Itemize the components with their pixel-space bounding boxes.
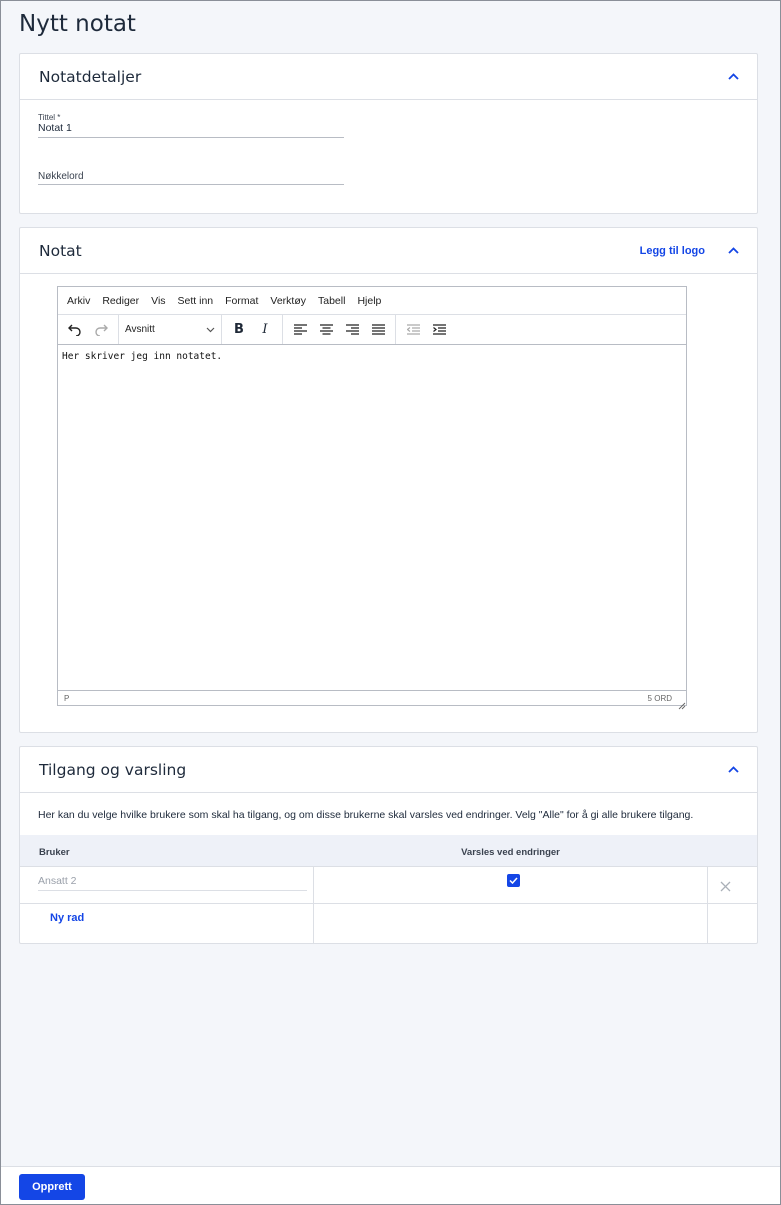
element-path[interactable]: P	[64, 694, 69, 703]
note-card: Notat Legg til logo Arkiv Rediger Vis Se…	[19, 227, 758, 733]
resize-handle-icon[interactable]	[678, 697, 686, 710]
editor-toolbar: Avsnitt B I	[58, 315, 686, 345]
col-header-notify: Varsles ved endringer	[461, 847, 560, 858]
create-button[interactable]: Opprett	[19, 1174, 85, 1200]
details-card: Notatdetaljer Tittel * Notat 1 Nøkkelord	[19, 53, 758, 214]
title-field-label: Tittel *	[38, 113, 61, 122]
menu-hjelp[interactable]: Hjelp	[357, 295, 381, 307]
table-row-new: Ny rad	[20, 904, 757, 944]
checkmark-icon	[509, 877, 518, 884]
notify-checkbox[interactable]	[507, 874, 520, 887]
chevron-up-icon[interactable]	[727, 71, 739, 83]
menu-arkiv[interactable]: Arkiv	[67, 295, 90, 307]
close-icon[interactable]	[720, 879, 731, 897]
note-title: Notat	[39, 241, 82, 260]
access-table-header: Bruker Varsles ved endringer	[20, 835, 757, 867]
keyword-field[interactable]: Nøkkelord	[38, 171, 344, 185]
page-title: Nytt notat	[19, 11, 136, 37]
menu-rediger[interactable]: Rediger	[102, 295, 139, 307]
chevron-down-icon	[206, 327, 215, 332]
align-left-icon[interactable]	[287, 318, 313, 342]
outdent-icon[interactable]	[400, 318, 426, 342]
menu-format[interactable]: Format	[225, 295, 258, 307]
word-count: 5 ORD	[647, 693, 672, 703]
editor-statusbar: P 5 ORD	[58, 691, 686, 705]
note-header: Notat Legg til logo	[20, 228, 757, 274]
table-row: Ansatt 2	[20, 867, 757, 904]
new-row-button[interactable]: Ny rad	[50, 912, 84, 924]
access-header[interactable]: Tilgang og varsling	[20, 747, 757, 793]
footer-bar: Opprett	[1, 1166, 780, 1204]
format-select[interactable]: Avsnitt	[119, 324, 221, 335]
menu-tabell[interactable]: Tabell	[318, 295, 345, 307]
keyword-input[interactable]: Nøkkelord	[38, 171, 344, 184]
menu-verktoy[interactable]: Verktøy	[270, 295, 306, 307]
bold-icon[interactable]: B	[226, 318, 252, 342]
editor-content[interactable]: Her skriver jeg inn notatet.	[58, 345, 686, 691]
chevron-up-icon[interactable]	[727, 764, 739, 776]
italic-icon[interactable]: I	[252, 318, 278, 342]
user-input[interactable]: Ansatt 2	[38, 875, 307, 891]
details-title: Notatdetaljer	[39, 67, 142, 86]
access-card: Tilgang og varsling Her kan du velge hvi…	[19, 746, 758, 944]
title-field[interactable]: Tittel * Notat 1	[38, 113, 344, 138]
align-justify-icon[interactable]	[365, 318, 391, 342]
add-logo-link[interactable]: Legg til logo	[640, 245, 705, 257]
undo-icon[interactable]	[62, 318, 88, 342]
indent-icon[interactable]	[426, 318, 452, 342]
access-title: Tilgang og varsling	[39, 760, 187, 779]
chevron-up-icon[interactable]	[727, 245, 739, 257]
editor-menubar: Arkiv Rediger Vis Sett inn Format Verktø…	[58, 287, 686, 315]
rich-text-editor: Arkiv Rediger Vis Sett inn Format Verktø…	[57, 286, 687, 710]
col-header-user: Bruker	[39, 847, 70, 858]
format-select-value: Avsnitt	[125, 324, 155, 335]
access-description: Her kan du velge hvilke brukere som skal…	[38, 809, 694, 821]
redo-icon[interactable]	[88, 318, 114, 342]
align-center-icon[interactable]	[313, 318, 339, 342]
details-header[interactable]: Notatdetaljer	[20, 54, 757, 100]
title-input[interactable]: Notat 1	[38, 122, 344, 137]
align-right-icon[interactable]	[339, 318, 365, 342]
menu-vis[interactable]: Vis	[151, 295, 165, 307]
menu-sett-inn[interactable]: Sett inn	[178, 295, 214, 307]
